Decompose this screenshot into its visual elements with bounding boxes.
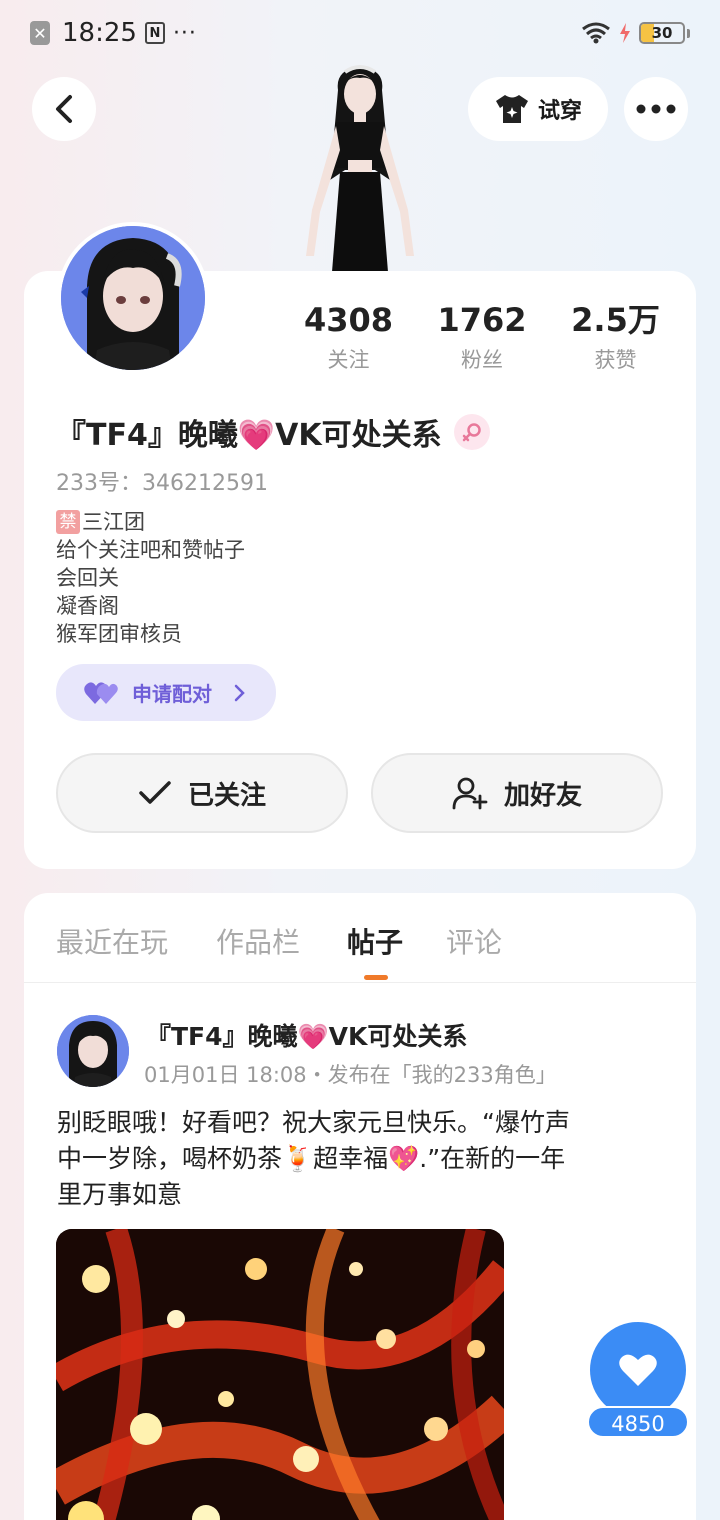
post-author-avatar[interactable] bbox=[57, 1015, 129, 1087]
battery-tip bbox=[687, 28, 690, 38]
tryon-button[interactable]: 试穿 bbox=[468, 77, 608, 141]
add-friend-button[interactable]: 加好友 bbox=[371, 753, 663, 833]
add-user-icon bbox=[452, 777, 488, 810]
battery-icon: 30 bbox=[639, 22, 685, 44]
tab-recently-played[interactable]: 最近在玩 bbox=[56, 921, 168, 961]
post-author-name[interactable]: 『TF4』晚曦💗VK可处关系 bbox=[146, 1017, 467, 1053]
stat-label: 获赞 bbox=[594, 348, 637, 372]
post-text-line: 里万事如意 bbox=[57, 1180, 183, 1209]
profile-tabs: 最近在玩 作品栏 帖子 评论 bbox=[24, 893, 696, 983]
stat-value: 2.5万 bbox=[571, 301, 660, 339]
post-image[interactable] bbox=[56, 1229, 504, 1520]
post-text-line: 中一岁除，喝杯奶茶🍹超幸福💖.”在新的一年 bbox=[57, 1144, 566, 1173]
stat-following[interactable]: 4308 关注 bbox=[282, 300, 415, 374]
heart-icon bbox=[619, 1354, 657, 1386]
tab-works[interactable]: 作品栏 bbox=[216, 921, 300, 961]
bio-text: 三江团 bbox=[82, 510, 145, 534]
followed-label: 已关注 bbox=[187, 780, 266, 811]
tshirt-sparkle-icon bbox=[495, 95, 528, 123]
check-icon bbox=[139, 781, 171, 804]
bio-line: 禁 三江团 bbox=[56, 508, 245, 536]
nickname-text: 『TF4』晚曦💗VK可处关系 bbox=[56, 418, 442, 453]
nfc-icon: N bbox=[144, 22, 165, 44]
post-meta: 01月01日 18:08・发布在「我的233角色」 bbox=[144, 1063, 557, 1087]
pair-label: 申请配对 bbox=[132, 682, 212, 706]
status-more-dots: ··· bbox=[172, 20, 197, 46]
tab-posts[interactable]: 帖子 bbox=[347, 921, 403, 961]
user-id: 233号：346212591 bbox=[56, 471, 268, 496]
bio-line: 给个关注吧和赞帖子 bbox=[56, 538, 245, 562]
bio-line: 会回关 bbox=[56, 566, 119, 590]
add-friend-label: 加好友 bbox=[503, 780, 582, 811]
avatar-figure[interactable] bbox=[290, 60, 430, 272]
status-right: 30 bbox=[581, 22, 690, 44]
profile-nickname: 『TF4』晚曦💗VK可处关系 bbox=[56, 410, 490, 454]
bio-line: 凝香阁 bbox=[56, 594, 119, 618]
stat-value: 4308 bbox=[303, 301, 394, 339]
active-tab-indicator bbox=[364, 975, 388, 980]
chevron-left-icon bbox=[56, 95, 72, 123]
stat-value: 1762 bbox=[437, 301, 527, 339]
stat-label: 关注 bbox=[327, 348, 370, 372]
post-text: 别眨眼哦！好看吧？祝大家元旦快乐。“爆竹声 中一岁除，喝杯奶茶🍹超幸福💖.”在新… bbox=[57, 1105, 657, 1213]
post-text-line: 别眨眼哦！好看吧？祝大家元旦快乐。“爆竹声 bbox=[57, 1108, 570, 1137]
battery-level: 30 bbox=[651, 24, 673, 42]
avatar-illustration bbox=[61, 226, 205, 370]
bio-line: 猴军团审核员 bbox=[56, 622, 182, 646]
profile-bio: 禁 三江团 给个关注吧和赞帖子 会回关 凝香阁 猴军团审核员 bbox=[56, 508, 245, 648]
tab-comments[interactable]: 评论 bbox=[446, 921, 502, 961]
more-dots-icon bbox=[636, 104, 676, 114]
status-left: ✕ 18:25 N ··· bbox=[30, 18, 197, 48]
double-heart-icon bbox=[84, 681, 118, 704]
profile-stats: 4308 关注 1762 粉丝 2.5万 获赞 bbox=[282, 300, 682, 374]
pair-request-button[interactable]: 申请配对 bbox=[56, 664, 276, 721]
like-count: 4850 bbox=[587, 1406, 689, 1438]
wifi-icon bbox=[582, 22, 610, 44]
stat-likes[interactable]: 2.5万 获赞 bbox=[549, 300, 682, 374]
ban-tag: 禁 bbox=[56, 510, 80, 534]
stat-followers[interactable]: 1762 粉丝 bbox=[416, 300, 549, 374]
chevron-right-icon bbox=[234, 684, 245, 701]
stat-label: 粉丝 bbox=[461, 348, 503, 372]
post-avatar-illustration bbox=[57, 1015, 129, 1087]
back-button[interactable] bbox=[32, 77, 96, 141]
more-button[interactable] bbox=[624, 77, 688, 141]
charging-icon bbox=[620, 23, 630, 43]
status-bar: ✕ 18:25 N ··· 30 bbox=[0, 0, 720, 66]
female-icon bbox=[453, 414, 490, 450]
no-sim-icon: ✕ bbox=[30, 21, 50, 45]
status-time: 18:25 bbox=[62, 18, 137, 48]
tryon-label: 试穿 bbox=[537, 99, 582, 124]
profile-avatar[interactable] bbox=[57, 222, 209, 374]
like-button[interactable] bbox=[590, 1322, 686, 1418]
followed-button[interactable]: 已关注 bbox=[56, 753, 348, 833]
fireworks-image bbox=[56, 1229, 504, 1520]
